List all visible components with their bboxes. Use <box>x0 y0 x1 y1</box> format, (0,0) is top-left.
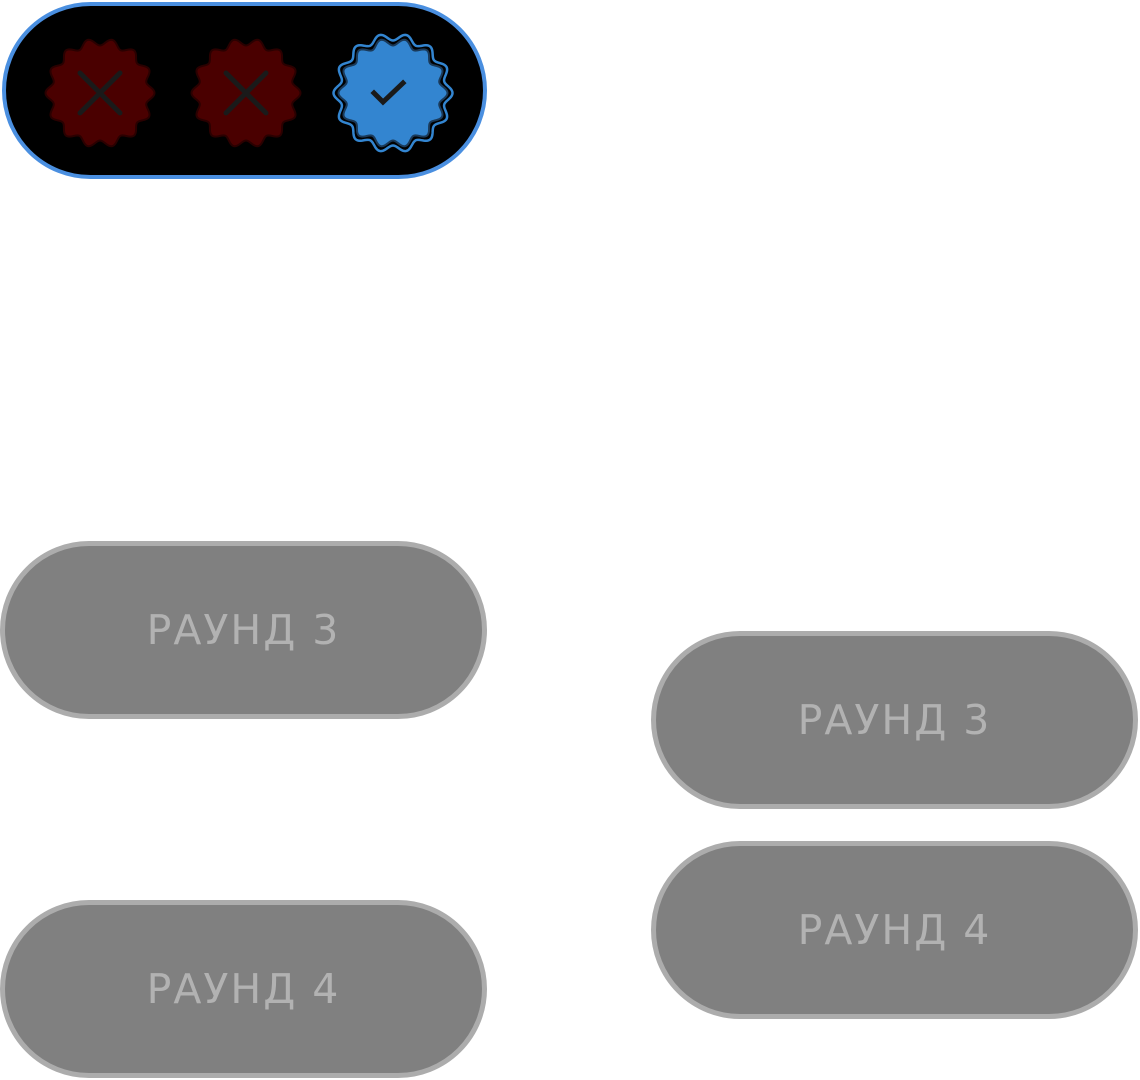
round-4-label: РАУНД 4 <box>146 965 341 1013</box>
attempt-3-passed-badge <box>331 31 455 155</box>
round-4-label: РАУНД 4 <box>797 906 992 954</box>
round-4-button-right[interactable]: РАУНД 4 <box>651 841 1138 1019</box>
round-3-button-right[interactable]: РАУНД 3 <box>651 631 1138 809</box>
check-icon <box>332 33 454 153</box>
round-3-label: РАУНД 3 <box>797 696 992 744</box>
cross-icon <box>190 38 302 148</box>
round-3-button-left[interactable]: РАУНД 3 <box>0 541 487 719</box>
round-3-label: РАУНД 3 <box>146 606 341 654</box>
attempts-status-panel <box>2 2 487 179</box>
round-4-button-left[interactable]: РАУНД 4 <box>0 900 487 1078</box>
attempt-1-failed-badge <box>38 31 162 155</box>
cross-icon <box>44 38 156 148</box>
attempt-2-failed-badge <box>184 31 308 155</box>
